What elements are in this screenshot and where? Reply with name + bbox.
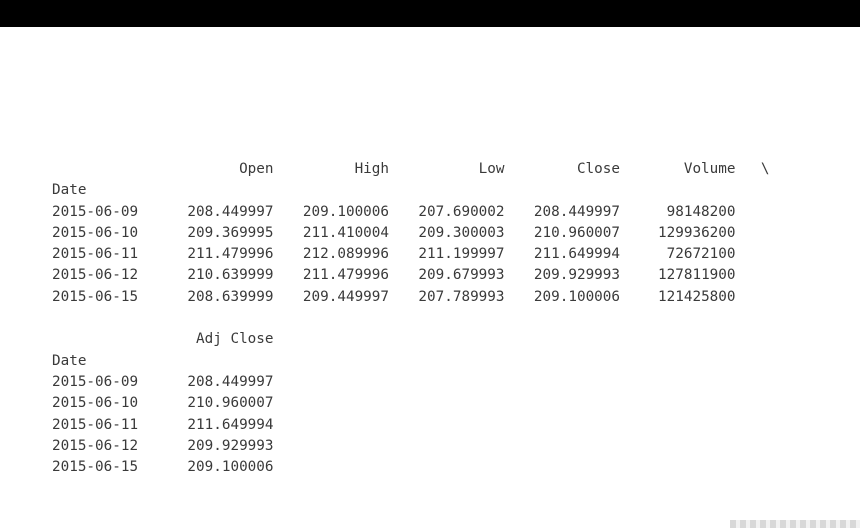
- value-cell: 207.789993: [418, 288, 505, 305]
- date-cell: 2015-06-09: [52, 203, 139, 220]
- value-cell: 208.639999: [187, 288, 274, 305]
- table-row: 2015-06-09 208.449997: [52, 372, 770, 393]
- value-cell: 208.449997: [187, 203, 274, 220]
- index-name-row: Date: [52, 351, 770, 372]
- date-cell: 2015-06-09: [52, 373, 139, 390]
- bottom-strip: [730, 520, 860, 528]
- date-cell: 2015-06-11: [52, 246, 139, 263]
- table-header-row: Open High Low Close Volume \: [52, 159, 770, 180]
- table-row: 2015-06-11 211.649994: [52, 415, 770, 436]
- table-row: 2015-06-09 208.449997 209.100006 207.690…: [52, 202, 770, 223]
- table-row: 2015-06-15 209.100006: [52, 457, 770, 478]
- column-header: High: [354, 161, 389, 177]
- value-cell: 209.929993: [187, 437, 274, 454]
- index-name-row: Date: [52, 180, 770, 201]
- index-header-spacer: [52, 329, 158, 350]
- table-header-row: Adj Close: [52, 329, 770, 350]
- date-cell: 2015-06-12: [52, 267, 139, 284]
- table-row: 2015-06-10 209.369995 211.410004 209.300…: [52, 223, 770, 244]
- value-cell: 207.690002: [418, 203, 505, 220]
- value-cell: 211.479996: [187, 246, 274, 263]
- value-cell: 209.679993: [418, 267, 505, 284]
- index-name: Date: [52, 352, 87, 369]
- date-cell: 2015-06-15: [52, 288, 139, 305]
- value-cell: 127811900: [658, 267, 736, 284]
- date-cell: 2015-06-15: [52, 459, 139, 476]
- column-header: Open: [239, 161, 274, 177]
- value-cell: 209.300003: [418, 224, 505, 241]
- column-header: Volume: [683, 161, 736, 177]
- column-header: Low: [478, 161, 505, 177]
- date-cell: 2015-06-10: [52, 224, 139, 241]
- value-cell: 210.639999: [187, 267, 274, 284]
- top-bar: [0, 0, 860, 27]
- value-cell: 210.960007: [187, 395, 274, 412]
- continuation-marker: \: [760, 161, 770, 177]
- date-cell: 2015-06-10: [52, 395, 139, 412]
- value-cell: 209.929993: [533, 267, 620, 284]
- value-cell: 209.369995: [187, 224, 274, 241]
- date-cell: 2015-06-12: [52, 437, 139, 454]
- value-cell: 72672100: [666, 246, 736, 263]
- value-cell: 98148200: [666, 203, 736, 220]
- table-row: 2015-06-15 208.639999 209.449997 207.789…: [52, 287, 770, 308]
- table-open-high-low-close-volume: Open High Low Close Volume \ Date 2015-0…: [52, 159, 770, 308]
- value-cell: 208.449997: [187, 373, 274, 390]
- column-header: Adj Close: [196, 331, 274, 348]
- value-cell: 211.410004: [302, 224, 389, 241]
- value-cell: 129936200: [658, 224, 736, 241]
- index-name: Date: [52, 182, 87, 199]
- value-cell: 121425800: [658, 288, 736, 305]
- dataframe-output: Open High Low Close Volume \ Date 2015-0…: [52, 159, 770, 478]
- value-cell: 211.479996: [302, 267, 389, 284]
- value-cell: 211.649994: [187, 416, 274, 433]
- table-row: 2015-06-12 210.639999 211.479996 209.679…: [52, 265, 770, 286]
- table-spacer: [52, 308, 770, 329]
- value-cell: 209.100006: [533, 288, 620, 305]
- value-cell: 209.100006: [302, 203, 389, 220]
- table-row: 2015-06-12 209.929993: [52, 436, 770, 457]
- table-row: 2015-06-10 210.960007: [52, 393, 770, 414]
- index-header-spacer: [52, 159, 158, 180]
- value-cell: 212.089996: [302, 246, 389, 263]
- column-header: Close: [576, 161, 620, 177]
- value-cell: 209.100006: [187, 459, 274, 476]
- value-cell: 210.960007: [533, 224, 620, 241]
- table-row: 2015-06-11 211.479996 212.089996 211.199…: [52, 244, 770, 265]
- value-cell: 208.449997: [533, 203, 620, 220]
- date-cell: 2015-06-11: [52, 416, 139, 433]
- value-cell: 211.649994: [533, 246, 620, 263]
- value-cell: 211.199997: [418, 246, 505, 263]
- table-adj-close: Adj Close Date 2015-06-09 208.449997 201…: [52, 329, 770, 478]
- value-cell: 209.449997: [302, 288, 389, 305]
